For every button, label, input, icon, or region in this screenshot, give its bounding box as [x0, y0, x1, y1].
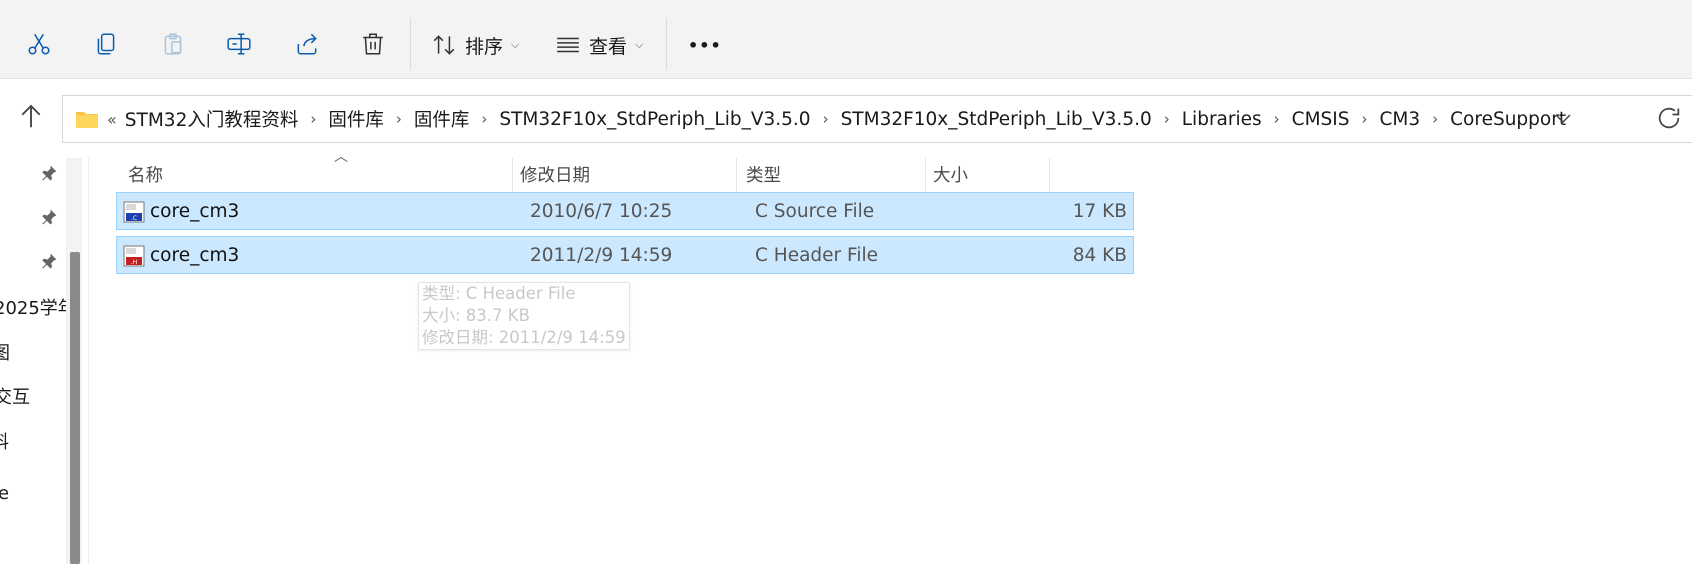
more-icon: •••	[688, 35, 722, 55]
delete-button[interactable]	[353, 24, 393, 64]
breadcrumb-chevron-icon[interactable]: ›	[481, 110, 487, 128]
pin-icon[interactable]	[40, 252, 58, 270]
view-list-icon	[557, 37, 579, 53]
file-row[interactable]: .C core_cm3 2010/6/7 10:25 C Source File…	[116, 192, 1134, 230]
chevron-down-icon: ⌵	[511, 38, 520, 51]
paste-button[interactable]	[153, 24, 193, 64]
chevron-down-icon[interactable]	[1551, 106, 1575, 130]
file-size: 84 KB	[1072, 245, 1127, 266]
file-row[interactable]: .H core_cm3 2011/2/9 14:59 C Header File…	[116, 236, 1134, 274]
breadcrumb-item[interactable]: CM3	[1379, 109, 1420, 130]
file-date: 2010/6/7 10:25	[530, 201, 673, 222]
breadcrumb-chevron-icon[interactable]: ›	[1164, 110, 1170, 128]
copy-button[interactable]	[86, 24, 126, 64]
navigation-bar: « STM32入门教程资料 › 固件库 › 固件库 › STM32F10x_StdPerip…	[0, 79, 1692, 151]
nav-item[interactable]: 图	[0, 339, 10, 365]
c-header-file-icon: .H	[123, 245, 145, 267]
tooltip-size: 大小: 83.7 KB	[422, 306, 530, 325]
breadcrumb-chevron-icon[interactable]: ›	[310, 110, 316, 128]
chevron-down-icon: ⌵	[635, 38, 644, 51]
trash-icon	[363, 33, 383, 55]
view-label: 查看	[589, 35, 628, 58]
breadcrumb-item[interactable]: STM32F10x_StdPeriph_Lib_V3.5.0	[841, 109, 1152, 130]
breadcrumb-item[interactable]: STM32F10x_StdPeriph_Lib_V3.5.0	[499, 109, 810, 130]
file-tooltip: 类型: C Header File 大小: 83.7 KB 修改日期: 2011…	[418, 282, 630, 350]
toolbar-divider	[410, 18, 411, 70]
file-type: C Header File	[755, 245, 878, 266]
address-bar[interactable]: « STM32入门教程资料 › 固件库 › 固件库 › STM32F10x_StdPerip…	[62, 95, 1692, 143]
nav-item[interactable]: e	[0, 483, 9, 504]
breadcrumb-item[interactable]: Libraries	[1182, 109, 1262, 130]
more-options-button[interactable]: •••	[688, 28, 722, 62]
view-button[interactable]: 查看 ⌵	[555, 28, 643, 62]
file-list: ︿ 名称 修改日期 类型 大小 .C core_cm3 2010/6/7 10:…	[90, 149, 1692, 564]
file-type: C Source File	[755, 201, 875, 222]
tooltip-type: 类型: C Header File	[422, 284, 576, 303]
rename-icon	[227, 33, 251, 55]
file-size: 17 KB	[1072, 201, 1127, 222]
command-bar: 排序 ⌵ 查看 ⌵ •••	[0, 0, 1692, 79]
column-header-type[interactable]: 类型	[746, 152, 926, 196]
tooltip-modified: 修改日期: 2011/2/9 14:59	[422, 328, 626, 347]
breadcrumb-chevron-icon[interactable]: ›	[823, 110, 829, 128]
folder-icon	[76, 112, 98, 128]
toolbar-divider	[666, 18, 667, 70]
breadcrumb-item[interactable]: STM32入门教程资料	[125, 106, 299, 132]
file-name: core_cm3	[150, 201, 240, 222]
nav-item[interactable]: 2025学年	[0, 294, 76, 320]
breadcrumb: STM32入门教程资料 › 固件库 › 固件库 › STM32F10x_StdPeriph_…	[125, 106, 1566, 132]
paste-icon	[164, 33, 182, 55]
breadcrumb-chevron-icon[interactable]: ›	[1274, 110, 1280, 128]
share-button[interactable]	[287, 24, 327, 64]
file-name: core_cm3	[150, 245, 240, 266]
copy-icon	[97, 33, 115, 55]
nav-item[interactable]: 料	[0, 428, 9, 454]
pane-divider[interactable]	[88, 158, 89, 564]
refresh-icon[interactable]	[1655, 104, 1683, 132]
cut-button[interactable]	[19, 24, 59, 64]
sort-button[interactable]: 排序 ⌵	[431, 28, 519, 62]
navigation-pane: 2025学年 图 交互 料 e	[0, 158, 90, 564]
up-arrow-icon[interactable]	[16, 101, 46, 131]
overflow-chevron-icon[interactable]: «	[107, 110, 117, 129]
svg-text:.H: .H	[131, 259, 137, 266]
sort-label: 排序	[465, 35, 504, 58]
column-header-date[interactable]: 修改日期	[520, 152, 730, 196]
column-header-size[interactable]: 大小	[933, 152, 1043, 196]
svg-text:.C: .C	[131, 215, 137, 222]
pin-icon[interactable]	[40, 208, 58, 226]
breadcrumb-item[interactable]: 固件库	[414, 106, 470, 132]
breadcrumb-chevron-icon[interactable]: ›	[396, 110, 402, 128]
sort-icon	[433, 35, 455, 55]
breadcrumb-chevron-icon[interactable]: ›	[1432, 110, 1438, 128]
breadcrumb-item[interactable]: CMSIS	[1292, 109, 1350, 130]
file-date: 2011/2/9 14:59	[530, 245, 673, 266]
nav-item[interactable]: 交互	[0, 383, 30, 409]
scissors-icon	[28, 33, 50, 55]
column-header-name[interactable]: 名称	[128, 152, 508, 196]
nav-scrollbar-thumb[interactable]	[70, 252, 80, 564]
breadcrumb-item[interactable]: 固件库	[328, 106, 384, 132]
breadcrumb-item[interactable]: CoreSupport	[1450, 109, 1566, 130]
rename-button[interactable]	[219, 24, 259, 64]
pin-icon[interactable]	[40, 164, 58, 182]
share-icon	[297, 33, 317, 55]
c-source-file-icon: .C	[123, 201, 145, 223]
breadcrumb-chevron-icon[interactable]: ›	[1361, 110, 1367, 128]
